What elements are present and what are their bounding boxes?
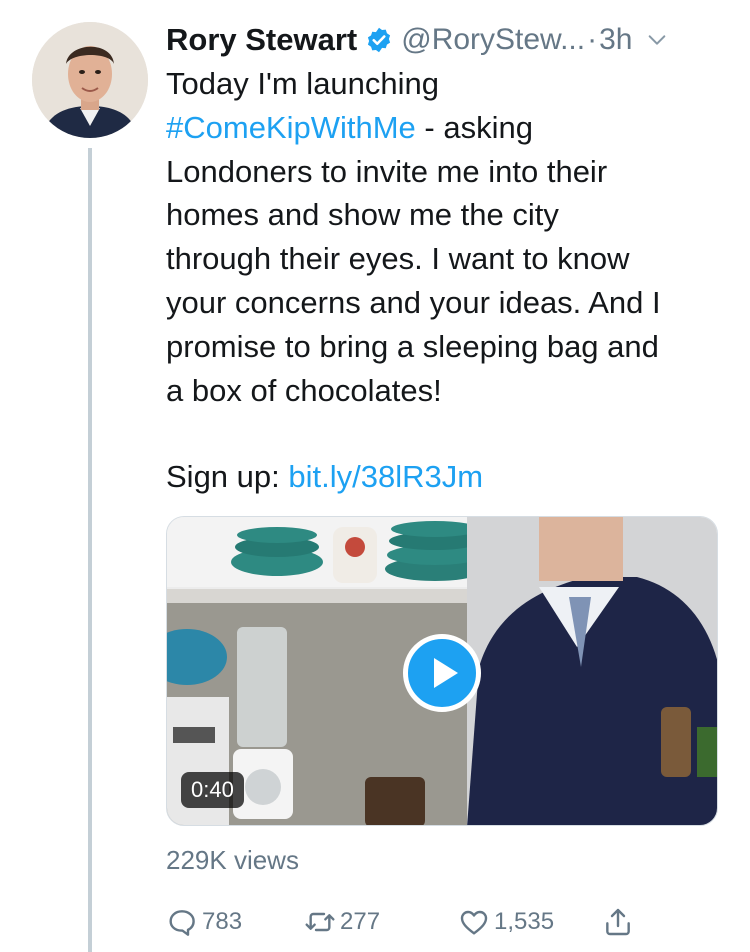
- body-line: Today I'm launching: [166, 66, 440, 101]
- body-line: through their eyes. I want to know: [166, 241, 630, 277]
- reply-icon: [169, 910, 195, 936]
- tweet-actions: 783 277 1,535: [166, 902, 726, 942]
- view-count: 229K views: [166, 845, 299, 875]
- like-count: 1,535: [494, 908, 555, 935]
- body-line: homes and show me the city: [166, 197, 559, 233]
- like-icon: [460, 910, 488, 935]
- signup-label: Sign up:: [166, 459, 289, 494]
- retweet-button[interactable]: 277: [304, 902, 380, 942]
- avatar[interactable]: [32, 22, 148, 138]
- play-button[interactable]: [403, 634, 481, 712]
- reply-button[interactable]: 783: [166, 902, 242, 942]
- thread-line: [88, 148, 92, 952]
- share-button[interactable]: [602, 902, 638, 942]
- play-icon: [434, 658, 458, 688]
- body-line: Londoners to invite me into their: [166, 153, 608, 189]
- body-line: a box of chocolates!: [166, 372, 442, 408]
- retweet-count: 277: [340, 908, 381, 935]
- body-line: your concerns and your ideas. And I: [166, 284, 661, 320]
- share-icon: [606, 908, 630, 936]
- body-line-rest: - asking: [415, 109, 533, 145]
- author-name[interactable]: Rory Stewart: [166, 22, 357, 58]
- body-line: promise to bring a sleeping bag and: [166, 328, 659, 364]
- like-button[interactable]: 1,535: [458, 902, 554, 942]
- hashtag-link[interactable]: #ComeKipWithMe: [166, 110, 416, 145]
- time-separator: ·: [587, 23, 598, 56]
- signup-line: Sign up: bit.ly/38lR3Jm: [166, 455, 483, 498]
- tweet-body: Today I'm launching #ComeKipWithMe - ask…: [166, 62, 726, 412]
- signup-link[interactable]: bit.ly/38lR3Jm: [288, 459, 483, 494]
- reply-count: 783: [202, 908, 243, 935]
- tweet-time[interactable]: 3h: [599, 23, 632, 57]
- verified-badge-icon: [368, 27, 391, 53]
- body-line: #ComeKipWithMe - asking: [166, 106, 726, 150]
- chevron-down-icon[interactable]: [646, 29, 668, 51]
- author-handle[interactable]: @RoryStew...: [401, 23, 585, 57]
- video-player[interactable]: 0:40: [166, 516, 718, 826]
- video-duration: 0:40: [181, 772, 244, 808]
- retweet-icon: [305, 912, 335, 932]
- avatar-image: [32, 22, 148, 138]
- tweet-header: Rory Stewart @RoryStew... · 3h: [166, 18, 736, 62]
